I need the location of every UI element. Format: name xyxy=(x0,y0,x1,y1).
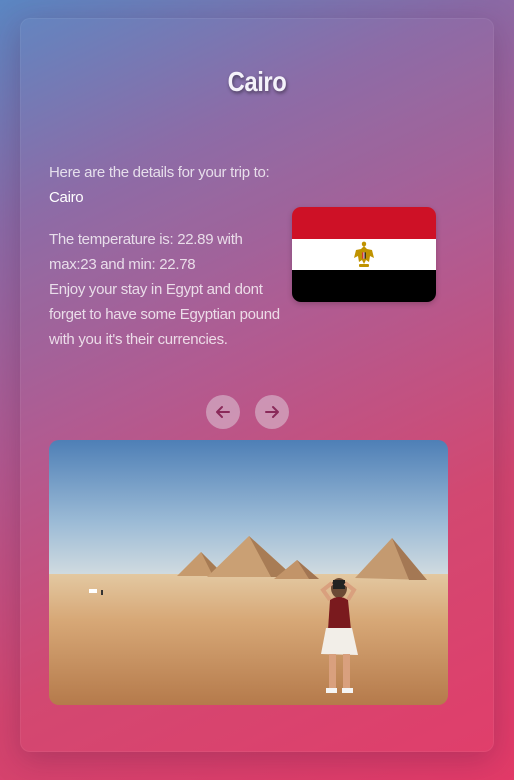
advice-text: Enjoy your stay in Egypt and dont forget… xyxy=(49,281,280,348)
flag-white-band xyxy=(292,238,436,271)
arrow-right-icon xyxy=(265,406,279,418)
previous-button[interactable] xyxy=(206,395,240,429)
flag-black-band xyxy=(292,270,436,302)
destination-photo xyxy=(49,440,448,705)
trip-intro: Here are the details for your trip to: xyxy=(49,164,270,181)
flag-red-band xyxy=(292,207,436,239)
pyramids-image xyxy=(49,440,448,705)
country-flag xyxy=(292,207,436,302)
next-button[interactable] xyxy=(255,395,289,429)
trip-city: Cairo xyxy=(49,189,84,206)
trip-details: Here are the details for your trip to: C… xyxy=(49,160,281,352)
page-title: Cairo xyxy=(227,66,287,97)
arrow-left-icon xyxy=(216,406,230,418)
temperature-text: The temperature is: 22.89 with max:23 an… xyxy=(49,231,243,273)
eagle-emblem-icon xyxy=(354,241,374,267)
